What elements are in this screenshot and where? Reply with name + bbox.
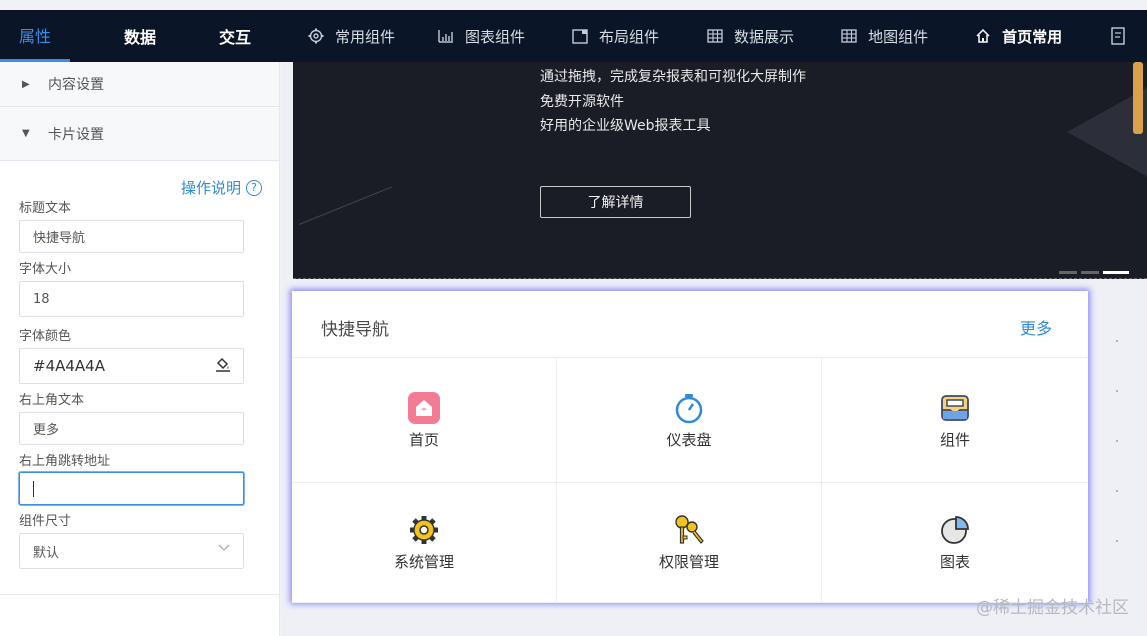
component-group-home-common[interactable]: 首页常用 [972,10,1062,62]
design-canvas[interactable]: 通过拖拽，完成复杂报表和可视化大屏制作 免费开源软件 好用的企业级Web报表工具… [281,62,1147,636]
banner-text-line: 通过拖拽，完成复杂报表和可视化大屏制作 [540,69,806,85]
nav-item-label: 系统管理 [393,553,454,571]
font-size-label: 字体大小 [19,262,72,277]
tab-data[interactable]: 数据 [100,10,180,62]
banner-decoration [1133,62,1143,134]
carousel-dot[interactable] [1059,271,1077,274]
home-icon [972,28,994,44]
keys-icon [672,513,706,547]
carousel-indicators [1059,271,1129,274]
card-more-link[interactable]: 更多 [1020,315,1052,339]
group-label: 地图组件 [868,27,929,46]
title-text-label: 标题文本 [19,201,72,216]
section-label: 卡片设置 [48,126,104,143]
nav-item-label: 首页 [408,430,439,449]
corner-link-input[interactable] [19,472,244,505]
component-group-map[interactable]: 地图组件 [838,10,928,62]
caret-right-icon: ▶ [22,78,30,90]
banner-text-line: 免费开源软件 [540,94,624,110]
watermark-text: @稀土掘金技术社区 [976,598,1129,618]
quick-nav-card[interactable]: 快捷导航 更多 首页 仪表盘 组件 系统管理 权限管理 图表 [292,291,1088,603]
grid-dot [1116,390,1118,392]
nav-item-permission-management[interactable]: 权限管理 [557,483,822,603]
tab-interaction[interactable]: 交互 [200,10,270,62]
input-value: #4A4A4A [33,357,105,375]
group-label: 常用组件 [335,27,396,46]
title-text-input[interactable]: 快捷导航 [19,220,244,253]
table-icon [704,29,726,43]
learn-more-button[interactable]: 了解详情 [540,186,691,218]
stopwatch-icon [672,391,706,425]
properties-panel: ▶ 内容设置 ▼ 卡片设置 操作说明 ? 标题文本 快捷导航 字体大小 18 字… [0,62,280,636]
input-value: 18 [33,291,50,307]
nav-item-charts[interactable]: 图表 [822,483,1088,603]
grid-dot [1116,440,1118,442]
layout-icon [569,28,591,44]
card-settings-form: 操作说明 ? 标题文本 快捷导航 字体大小 18 字体颜色 #4A4A4A 右上… [0,161,279,595]
section-content-settings[interactable]: ▶ 内容设置 [0,62,279,107]
pie-chart-icon [938,513,972,547]
chevron-down-icon [217,540,231,558]
paint-bucket-icon[interactable] [215,356,231,376]
nav-item-label: 仪表盘 [666,430,712,449]
inbox-icon [938,391,972,425]
nav-item-label: 权限管理 [658,553,719,571]
group-label: 数据展示 [734,27,795,46]
button-label: 了解详情 [587,195,644,211]
bar-chart-icon [435,29,457,43]
section-label: 内容设置 [48,77,104,93]
document-icon [1108,27,1130,45]
corner-link-label: 右上角跳转地址 [19,454,111,469]
banner-text-line: 好用的企业级Web报表工具 [540,118,711,134]
text-caret [33,480,34,497]
nav-item-label: 图表 [939,553,970,571]
font-color-label: 字体颜色 [19,329,72,344]
carousel-banner[interactable]: 通过拖拽，完成复杂报表和可视化大屏制作 免费开源软件 好用的企业级Web报表工具… [293,62,1147,279]
tab-label: 交互 [218,28,251,47]
component-size-label: 组件尺寸 [19,514,72,529]
question-icon: ? [246,179,262,196]
tab-label: 数据 [123,28,156,47]
grid-dot [1116,540,1118,542]
component-size-select[interactable]: 默认 [19,533,244,569]
nav-item-components[interactable]: 组件 [822,358,1088,483]
nav-item-label: 组件 [939,430,970,449]
help-label: 操作说明 [180,179,241,197]
card-title: 快捷导航 [321,320,389,340]
more-icon-button[interactable] [1108,10,1138,62]
tab-label: 属性 [18,26,51,46]
font-color-input[interactable]: #4A4A4A [19,348,244,384]
tab-properties[interactable]: 属性 [0,10,70,62]
corner-text-input[interactable]: 更多 [19,412,244,445]
banner-decoration [298,186,392,225]
caret-down-icon: ▼ [22,128,30,139]
gear-icon [305,28,327,44]
nav-item-system-management[interactable]: 系统管理 [292,483,557,603]
quick-nav-grid: 首页 仪表盘 组件 系统管理 权限管理 图表 [292,357,1088,603]
component-group-layout[interactable]: 布局组件 [569,10,659,62]
select-value: 默认 [33,545,60,561]
gear-icon [407,513,441,547]
nav-item-dashboard[interactable]: 仪表盘 [557,358,822,483]
group-label: 布局组件 [599,27,660,46]
carousel-dot[interactable] [1081,271,1099,274]
group-label: 首页常用 [1002,27,1063,46]
grid-dot [1116,340,1118,342]
corner-text-label: 右上角文本 [19,393,85,408]
group-label: 图表组件 [465,27,526,46]
nav-item-home[interactable]: 首页 [292,358,557,483]
input-value: 更多 [33,423,60,438]
component-group-data-display[interactable]: 数据展示 [704,10,794,62]
component-group-chart[interactable]: 图表组件 [435,10,525,62]
font-size-input[interactable]: 18 [19,281,244,317]
carousel-dot-active[interactable] [1103,271,1129,274]
input-value: 快捷导航 [33,231,86,246]
top-toolbar: 属性 数据 交互 常用组件 图表组件 布局组件 数据展示 地图组件 首页常用 [0,10,1147,62]
section-card-settings[interactable]: ▼ 卡片设置 [0,107,279,161]
help-link[interactable]: 操作说明 ? [181,177,262,198]
grid-dot [1116,490,1118,492]
map-grid-icon [838,29,860,43]
home-icon [407,391,441,425]
component-group-common[interactable]: 常用组件 [305,10,395,62]
